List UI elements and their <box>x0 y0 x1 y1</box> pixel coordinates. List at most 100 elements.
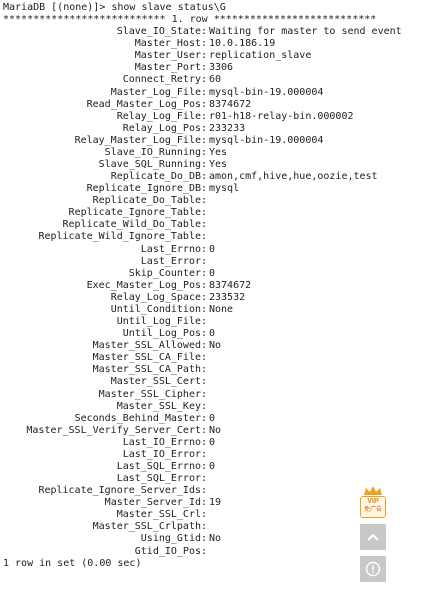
field-name: Master_Server_Id <box>104 497 201 509</box>
field-value: 0 <box>209 412 216 424</box>
vip-badge[interactable]: VIP 免广告 <box>360 486 386 518</box>
field-row: Seconds_Behind_Master:0 <box>3 413 422 425</box>
field-row: Until_Condition: None <box>3 304 422 316</box>
field-name: Master_Port <box>134 62 201 74</box>
field-name: Replicate_Ignore_DB <box>86 183 201 195</box>
field-row: Master_Log_File: mysql-bin-19.000004 <box>3 87 422 99</box>
field-separator: : <box>201 134 208 146</box>
field-name: Last_IO_Error <box>122 448 201 460</box>
field-separator: : <box>201 485 208 497</box>
field-value: 19 <box>209 497 222 509</box>
field-value <box>209 364 422 376</box>
field-name: Relay_Master_Log_File <box>74 134 201 146</box>
chevron-up-icon <box>366 532 380 542</box>
field-value: replication_slave <box>209 50 312 62</box>
field-separator: : <box>201 364 208 376</box>
field-name: Master_SSL_Crl <box>116 509 201 521</box>
field-row: Master_SSL_CA_Path: <box>3 364 422 376</box>
field-row: Replicate_Ignore_Table: <box>3 207 422 219</box>
field-separator: : <box>201 86 208 98</box>
field-separator: : <box>201 122 208 134</box>
vip-label: VIP <box>367 498 379 505</box>
field-name: Slave_SQL_Running <box>98 159 201 171</box>
field-value: None <box>209 303 234 315</box>
field-name: Master_SSL_Cipher <box>98 388 201 400</box>
field-name: Last_SQL_Errno <box>116 460 201 472</box>
field-separator: : <box>201 26 208 38</box>
field-row: Read_Master_Log_Pos:8374672 <box>3 99 422 111</box>
field-value <box>209 449 422 461</box>
field-name: Slave_IO_Running <box>104 146 201 158</box>
field-separator: : <box>201 388 208 400</box>
field-separator: : <box>201 316 208 328</box>
field-name: Master_SSL_Verify_Server_Cert <box>26 424 201 436</box>
field-name: Relay_Log_Space <box>110 291 201 303</box>
row-separator: *************************** 1. row *****… <box>3 14 377 26</box>
info-circle-icon <box>365 561 381 577</box>
field-row: Skip_Counter:0 <box>3 268 422 280</box>
field-value <box>209 207 422 219</box>
field-value <box>209 389 422 401</box>
field-row: Master_SSL_Allowed: No <box>3 340 422 352</box>
field-separator: : <box>201 231 208 243</box>
field-separator: : <box>201 509 208 521</box>
field-name: Last_Error <box>140 255 201 267</box>
field-name: Master_SSL_Allowed <box>92 340 201 352</box>
field-value: 8374672 <box>209 279 252 291</box>
field-separator: : <box>201 62 208 74</box>
field-value <box>209 352 422 364</box>
field-row: Relay_Master_Log_File: mysql-bin-19.00000… <box>3 135 422 147</box>
field-name: Until_Log_Pos <box>122 328 201 340</box>
field-separator: : <box>201 291 208 303</box>
field-name: Gtid_IO_Pos <box>134 545 201 557</box>
field-value <box>209 219 422 231</box>
field-separator: : <box>201 243 208 255</box>
field-separator: : <box>201 267 208 279</box>
field-row: Relay_Log_File: r01-h18-relay-bin.000002 <box>3 111 422 123</box>
field-row: Last_SQL_Error: <box>3 473 422 485</box>
field-name: Master_Host <box>134 38 201 50</box>
field-name: Replicate_Ignore_Server_Ids <box>38 485 201 497</box>
field-name: Replicate_Do_Table <box>92 195 201 207</box>
field-name: Master_Log_File <box>110 86 201 98</box>
field-name: Read_Master_Log_Pos <box>86 98 201 110</box>
terminal-output: MariaDB [(none)]> show slave status\G **… <box>3 2 422 570</box>
field-name: Master_SSL_Key <box>116 400 201 412</box>
field-row: Master_SSL_Cipher: <box>3 389 422 401</box>
field-row: Master_SSL_CA_File: <box>3 352 422 364</box>
field-value: 3306 <box>209 62 234 74</box>
field-separator: : <box>201 110 208 122</box>
field-row: Master_SSL_Verify_Server_Cert: No <box>3 425 422 437</box>
field-name: Exec_Master_Log_Pos <box>86 279 201 291</box>
field-value <box>209 509 422 521</box>
field-separator: : <box>201 460 208 472</box>
field-row: Replicate_Do_DB: amon,cmf,hive,hue,oozie,… <box>3 171 422 183</box>
field-row: Relay_Log_Pos:233233 <box>3 123 422 135</box>
field-separator: : <box>201 352 208 364</box>
info-button[interactable] <box>360 556 386 582</box>
field-separator: : <box>201 521 208 533</box>
field-separator: : <box>201 328 208 340</box>
field-value: 10.0.186.19 <box>209 38 276 50</box>
field-row: Replicate_Wild_Ignore_Table: <box>3 231 422 243</box>
field-row: Replicate_Do_Table: <box>3 195 422 207</box>
field-separator: : <box>201 436 208 448</box>
field-name: Replicate_Do_DB <box>110 171 201 183</box>
field-name: Last_SQL_Error <box>116 473 201 485</box>
field-name: Master_SSL_Cert <box>110 376 201 388</box>
field-value: Yes <box>209 159 228 171</box>
field-name: Using_Gtid <box>140 533 201 545</box>
field-separator: : <box>201 376 208 388</box>
field-separator: : <box>201 219 208 231</box>
field-value <box>209 195 422 207</box>
field-name: Connect_Retry <box>122 74 201 86</box>
field-separator: : <box>201 50 208 62</box>
field-separator: : <box>201 545 208 557</box>
scroll-top-button[interactable] <box>360 524 386 550</box>
field-name: Until_Log_File <box>116 316 201 328</box>
field-row: Master_Host:10.0.186.19 <box>3 38 422 50</box>
field-row: Last_SQL_Errno:0 <box>3 461 422 473</box>
field-row: Replicate_Ignore_DB: mysql <box>3 183 422 195</box>
field-row: Connect_Retry:60 <box>3 74 422 86</box>
field-separator: : <box>201 183 208 195</box>
